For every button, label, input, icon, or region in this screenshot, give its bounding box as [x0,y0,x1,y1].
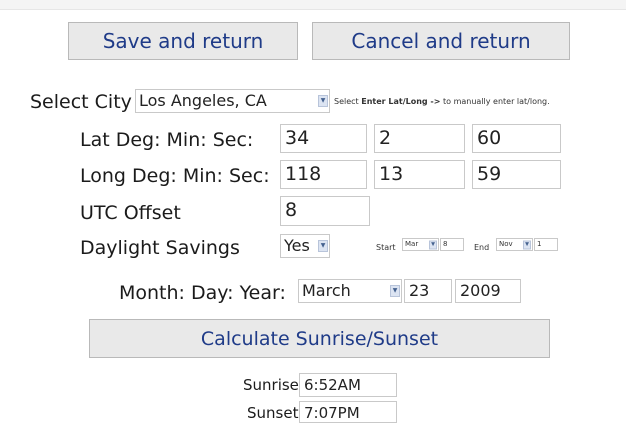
city-hint-bold: Enter Lat/Long -> [361,97,441,106]
sunset-label: Sunset [247,404,299,422]
utc-offset-field[interactable]: 8 [280,196,370,226]
city-select[interactable]: Los Angeles, CA ▼ [135,89,330,113]
utc-offset-label: UTC Offset [80,202,181,224]
city-hint: Select Enter Lat/Long -> to manually ent… [334,97,550,107]
city-hint-pre: Select [334,97,362,106]
long-label: Long Deg: Min: Sec: [80,165,270,187]
chevron-down-icon: ▼ [523,240,531,249]
chevron-down-icon: ▼ [429,240,437,249]
save-and-return-label: Save and return [102,29,264,53]
month-select-value: March [302,281,351,300]
chevron-down-icon: ▼ [318,95,328,107]
cancel-and-return-button[interactable]: Cancel and return [312,22,570,60]
city-hint-post: to manually enter lat/long. [440,97,550,106]
chevron-down-icon: ▼ [390,285,400,297]
city-select-value: Los Angeles, CA [139,91,267,110]
long-sec-field[interactable]: 59 [472,160,561,189]
dst-end-month-value: Nov [499,240,513,248]
top-divider [0,0,626,10]
calculate-label: Calculate Sunrise/Sunset [200,327,439,350]
day-field[interactable]: 23 [404,279,452,303]
calculate-sunrise-sunset-button[interactable]: Calculate Sunrise/Sunset [89,319,550,358]
lat-label: Lat Deg: Min: Sec: [80,129,254,151]
daylight-savings-value: Yes [284,236,310,255]
select-city-label: Select City [30,91,132,113]
dst-end-label: End [474,243,490,252]
long-min-field[interactable]: 13 [374,160,465,189]
dst-start-month-value: Mar [405,240,419,248]
dst-end-day-field[interactable]: 1 [534,238,558,251]
date-label: Month: Day: Year: [119,282,286,304]
lat-min-field[interactable]: 2 [374,124,465,153]
month-select[interactable]: March ▼ [298,279,402,303]
save-and-return-button[interactable]: Save and return [68,22,298,60]
sunrise-label: Sunrise [243,376,299,394]
daylight-savings-select[interactable]: Yes ▼ [280,234,330,258]
sunrise-field[interactable]: 6:52AM [299,373,397,397]
chevron-down-icon: ▼ [318,240,328,252]
dst-start-label: Start [376,243,396,252]
lat-sec-field[interactable]: 60 [472,124,561,153]
lat-deg-field[interactable]: 34 [280,124,367,153]
cancel-and-return-label: Cancel and return [351,29,531,53]
daylight-savings-label: Daylight Savings [80,237,240,259]
sunset-field[interactable]: 7:07PM [299,401,397,423]
dst-start-month-select[interactable]: Mar ▼ [402,238,439,251]
long-deg-field[interactable]: 118 [280,160,367,189]
dst-start-day-field[interactable]: 8 [440,238,464,251]
year-field[interactable]: 2009 [455,279,521,303]
dst-end-month-select[interactable]: Nov ▼ [496,238,533,251]
